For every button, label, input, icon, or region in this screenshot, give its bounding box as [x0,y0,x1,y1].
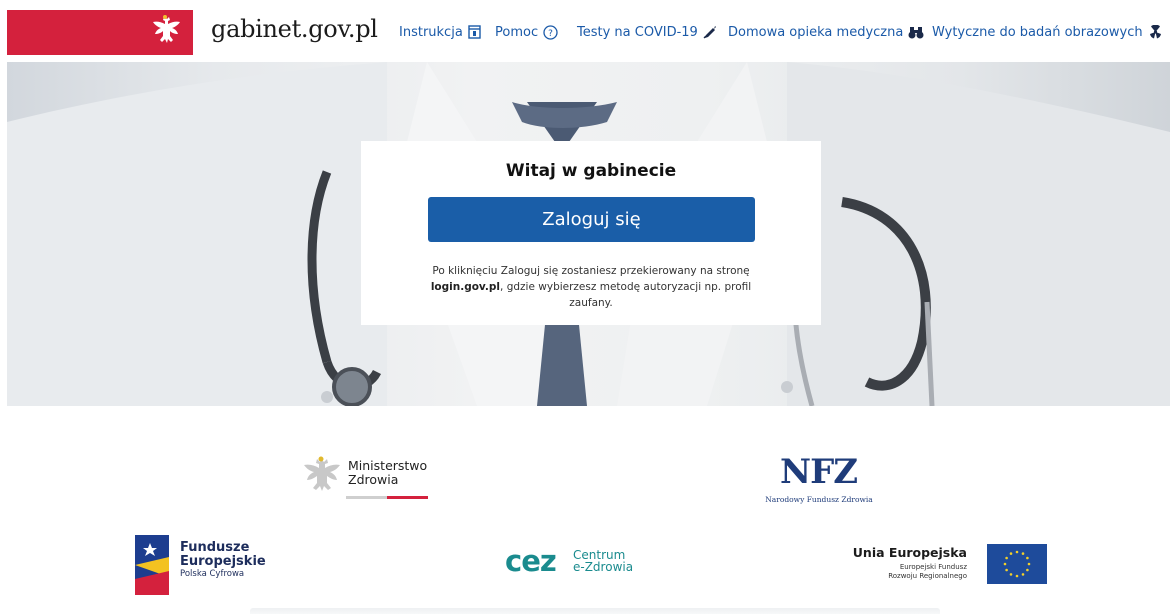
radiation-icon [1149,25,1161,39]
welcome-heading: Witaj w gabinecie [505,161,677,181]
ministry-line2: Zdrowia [348,472,399,487]
site-title[interactable]: gabinet.gov.pl [211,15,378,43]
nav-label: Wytyczne do badań obrazowych [932,24,1143,40]
nav-domowa-opieka[interactable]: Domowa opieka medyczna [728,22,924,42]
eagle-emblem-icon [304,456,340,491]
login-note-text: Po kliknięciu Zaloguj się zostaniesz prz… [432,265,750,277]
eu-fund-line1: Europejski Fundusz [899,563,967,571]
login-note-text-2: , gdzie wybierzesz metodę autoryzacji np… [500,281,752,309]
ministry-underline [346,496,428,499]
ministry-name: Ministerstwo Zdrowia [348,459,427,487]
funds-program: Polska Cyfrowa [180,569,245,579]
funds-name: Fundusze Europejskie [180,541,266,569]
nav-label: Instrukcja [399,24,463,40]
nfz-logo[interactable]: NFZ Narodowy Fundusz Zdrowia [757,452,881,504]
fundusze-europejskie-logo[interactable]: Fundusze Europejskie Polska Cyfrowa [135,535,275,597]
nfz-subtitle: Narodowy Fundusz Zdrowia [765,495,873,504]
funds-line1: Fundusze [180,540,250,555]
cez-mark: cez [505,544,557,578]
unia-europejska-logo[interactable]: Unia Europejska Europejski Fundusz Rozwo… [852,544,1047,586]
nav-instrukcja[interactable]: Instrukcja [399,22,481,42]
nfz-mark: NFZ [780,452,858,492]
nav-wytyczne[interactable]: Wytyczne do badań obrazowych [932,22,1163,42]
login-note: Po kliknięciu Zaloguj się zostaniesz prz… [411,263,771,311]
nav-label: Pomoc [495,24,539,40]
ministry-line1: Ministerstwo [348,458,428,473]
login-gov-link: login.gov.pl [430,281,501,293]
white-eagle-emblem-icon [153,15,180,43]
nav-pomoc[interactable]: Pomoc ? [495,22,558,42]
syringe-icon [703,26,716,39]
eu-flag-icon [987,544,1047,584]
help-circle-icon: ? [543,24,558,40]
nav-label: Testy na COVID-19 [577,24,698,40]
fundusze-europejskie-icon [135,535,169,595]
eu-name: Unia Europejska [852,545,967,560]
cez-name: Centrum e-Zdrowia [573,549,633,573]
login-button[interactable]: Zaloguj się [428,197,755,242]
eu-fund-line2: Rozwoju Regionalnego [888,572,967,580]
eu-fund: Europejski Fundusz Rozwoju Regionalnego [888,563,967,581]
nav-label: Domowa opieka medyczna [728,24,904,40]
bottom-panel-edge [250,608,940,614]
binoculars-icon [908,26,924,38]
nav-testy-covid[interactable]: Testy na COVID-19 [577,22,717,42]
cez-logo[interactable]: cez Centrum e-Zdrowia [505,544,645,584]
svg-text:?: ? [548,29,553,39]
book-icon [468,25,481,39]
login-card: Witaj w gabinecie Zaloguj się Po kliknię… [361,141,821,325]
header: gabinet.gov.pl Instrukcja Pomoc ? Testy … [0,0,1170,62]
cez-line2: e-Zdrowia [573,560,634,574]
funds-line2: Europejskie [180,554,266,569]
ministerstwo-zdrowia-logo[interactable]: Ministerstwo Zdrowia [300,455,435,503]
